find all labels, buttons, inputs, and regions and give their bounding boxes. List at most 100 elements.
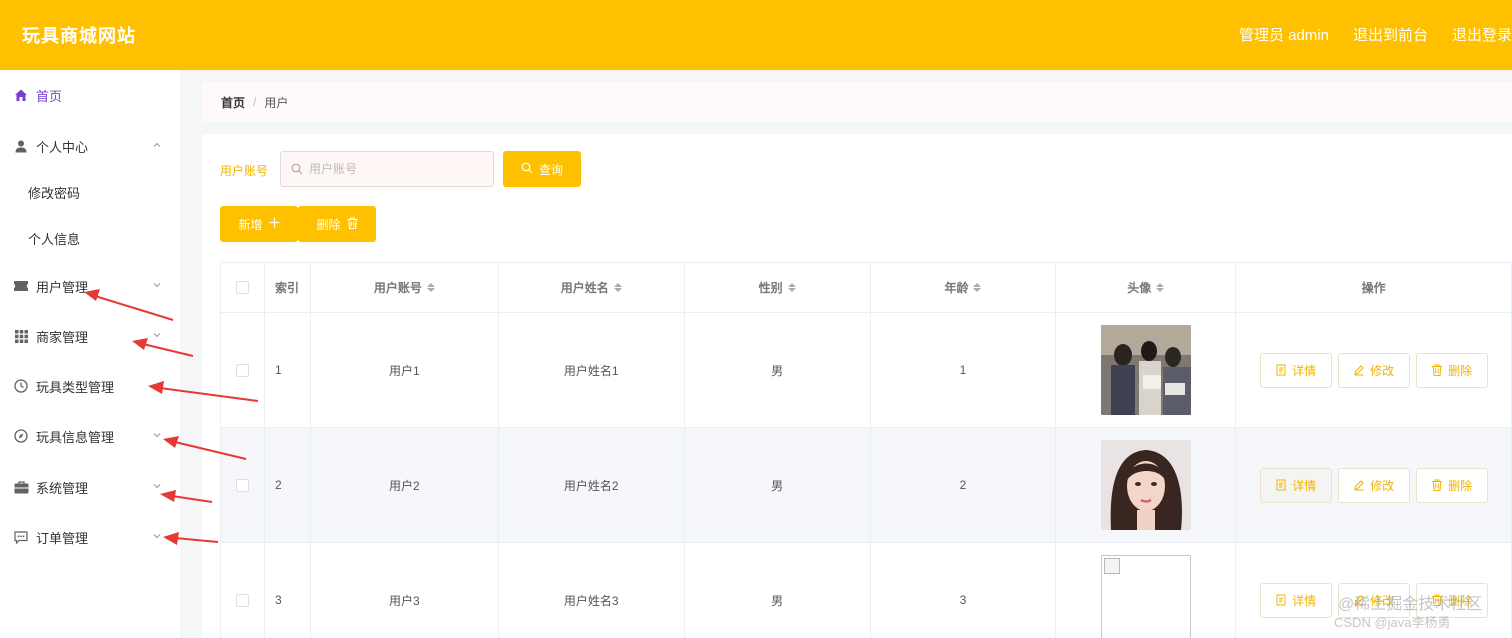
cell-name: 用户姓名3 — [499, 543, 685, 638]
detail-button[interactable]: 详情 — [1259, 582, 1332, 618]
chevron-up-icon — [152, 140, 162, 153]
sort-icon[interactable] — [426, 283, 435, 292]
briefcase-icon — [13, 479, 29, 495]
cell-sex: 男 — [684, 313, 871, 428]
select-all-checkbox[interactable] — [235, 281, 249, 294]
ticket-icon — [13, 278, 29, 294]
sidebar: 首页 个人中心 修改密码 个人信息 用户管理 商家管理 玩具类型管理 玩具信息管… — [0, 70, 180, 638]
sort-icon[interactable] — [613, 283, 622, 292]
detail-button[interactable]: 详情 — [1259, 352, 1332, 388]
trash-icon — [1432, 364, 1443, 376]
cell-name: 用户姓名1 — [498, 313, 685, 428]
compass-icon — [13, 428, 29, 444]
header-age[interactable]: 年龄 — [870, 263, 1057, 313]
sidebar-item-home[interactable]: 首页 — [0, 75, 180, 115]
sidebar-item-personal-center[interactable]: 个人中心 — [0, 126, 180, 166]
search-icon — [521, 162, 533, 177]
breadcrumb: 首页 / 用户 — [202, 82, 1512, 122]
add-button[interactable]: 新增 — [220, 206, 298, 242]
clock-icon — [13, 378, 29, 394]
header-avatar[interactable]: 头像 — [1056, 263, 1237, 313]
document-icon — [1276, 479, 1286, 491]
delete-button[interactable]: 删除 — [1415, 352, 1488, 388]
cell-account: 用户1 — [310, 313, 499, 428]
cell-index: 1 — [264, 313, 311, 428]
table-header: 索引 用户账号 用户姓名 性别 年龄 头像 操作 — [221, 263, 1512, 313]
sidebar-subitem-personal-info[interactable]: 个人信息 — [0, 218, 180, 258]
chevron-down-icon — [152, 481, 162, 494]
cell-index: 2 — [264, 428, 311, 543]
sidebar-item-order-management[interactable]: 订单管理 — [0, 517, 180, 557]
sidebar-item-toy-info-management[interactable]: 玩具信息管理 — [0, 416, 180, 456]
sort-icon[interactable] — [973, 283, 982, 292]
search-label: 用户账号 — [220, 164, 269, 178]
plus-icon — [269, 217, 280, 231]
header-name[interactable]: 用户姓名 — [498, 263, 685, 313]
main-area: 首页 / 用户 用户账号 查询 新增 删除 — [180, 70, 1512, 638]
chat-icon — [13, 529, 29, 545]
chevron-down-icon — [152, 280, 162, 293]
breadcrumb-separator: / — [253, 95, 257, 109]
avatar-image — [1100, 325, 1191, 415]
to-front-link[interactable]: 退出到前台 — [1353, 24, 1428, 45]
user-icon — [13, 138, 29, 154]
row-checkbox[interactable] — [235, 593, 249, 607]
content-panel: 用户账号 查询 新增 删除 — [202, 134, 1512, 638]
logout-link[interactable]: 退出登录 — [1452, 24, 1512, 45]
broken-image-icon — [1100, 555, 1191, 638]
sidebar-item-toy-type-management[interactable]: 玩具类型管理 — [0, 366, 180, 406]
sidebar-item-system-management[interactable]: 系统管理 — [0, 467, 180, 507]
table-row: 3 用户3 用户姓名3 男 3 详情 修改 删除 — [221, 543, 1512, 638]
users-table: 索引 用户账号 用户姓名 性别 年龄 头像 操作 1 用户1 用户姓名1 男 1 — [220, 262, 1512, 638]
edit-button[interactable]: 修改 — [1337, 352, 1410, 388]
chevron-down-icon — [152, 430, 162, 443]
sidebar-item-user-management[interactable]: 用户管理 — [0, 266, 180, 306]
table-row: 1 用户1 用户姓名1 男 1 详情 修改 删除 — [221, 313, 1512, 428]
sidebar-item-merchant-management[interactable]: 商家管理 — [0, 316, 180, 356]
cell-sex: 男 — [684, 428, 871, 543]
site-title: 玩具商城网站 — [22, 26, 136, 46]
breadcrumb-current: 用户 — [264, 95, 289, 110]
row-checkbox[interactable] — [235, 363, 249, 377]
sort-icon[interactable] — [787, 283, 796, 292]
header-index: 索引 — [264, 263, 311, 313]
watermark: @稀土掘金技术社区 CSDN @java李杨勇 — [1334, 596, 1483, 630]
chevron-down-icon — [152, 531, 162, 544]
home-icon — [13, 87, 29, 103]
admin-label: 管理员 admin — [1238, 27, 1329, 44]
search-input[interactable] — [309, 162, 479, 176]
header-account[interactable]: 用户账号 — [310, 263, 499, 313]
table-row: 2 用户2 用户姓名2 男 2 详情 修改 删除 — [221, 428, 1512, 543]
search-button[interactable]: 查询 — [503, 151, 581, 187]
delete-button[interactable]: 删除 — [1415, 467, 1488, 503]
breadcrumb-home[interactable]: 首页 — [221, 94, 245, 111]
edit-icon — [1354, 365, 1364, 376]
trash-icon — [1432, 479, 1443, 491]
search-input-box[interactable] — [280, 151, 494, 187]
document-icon — [1276, 594, 1286, 606]
header-sex[interactable]: 性别 — [684, 263, 871, 313]
cell-account: 用户3 — [311, 543, 499, 638]
sort-icon[interactable] — [1156, 283, 1165, 292]
cell-sex: 男 — [685, 543, 871, 638]
search-icon — [291, 163, 303, 175]
cell-age: 1 — [870, 313, 1057, 428]
trash-icon — [347, 216, 358, 232]
top-bar: 玩具商城网站 管理员 admin 退出到前台 退出登录 — [0, 0, 1512, 70]
top-right-links: 管理员 admin 退出到前台 退出登录 — [1239, 24, 1512, 45]
sidebar-subitem-change-password[interactable]: 修改密码 — [0, 172, 180, 212]
row-checkbox[interactable] — [235, 478, 249, 492]
edit-button[interactable]: 修改 — [1337, 467, 1410, 503]
chevron-down-icon — [152, 330, 162, 343]
cell-name: 用户姓名2 — [498, 428, 685, 543]
cell-age: 3 — [871, 543, 1057, 638]
cell-index: 3 — [265, 543, 311, 638]
batch-delete-button[interactable]: 删除 — [298, 206, 376, 242]
detail-button[interactable]: 详情 — [1259, 467, 1332, 503]
edit-icon — [1354, 480, 1364, 491]
grid-icon — [13, 328, 29, 344]
cell-age: 2 — [870, 428, 1057, 543]
header-ops: 操作 — [1236, 263, 1512, 313]
document-icon — [1276, 364, 1286, 376]
cell-account: 用户2 — [310, 428, 499, 543]
